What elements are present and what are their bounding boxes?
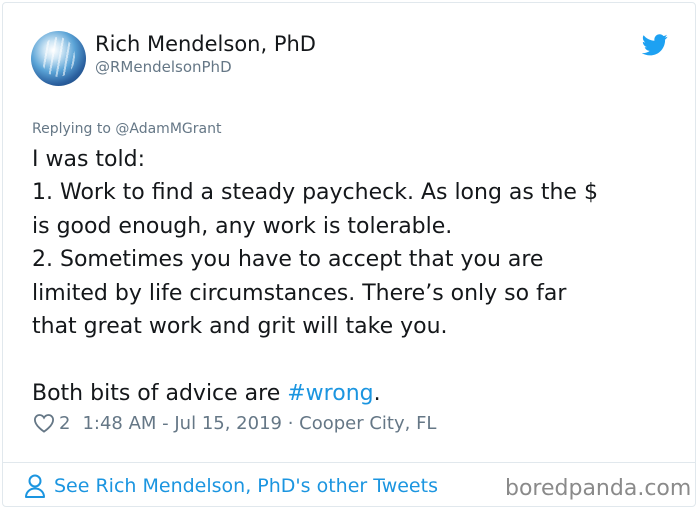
- timestamp[interactable]: 1:48 AM - Jul 15, 2019 · Cooper City, FL: [82, 413, 436, 434]
- tweet-line: is good enough, any work is tolerable.: [32, 213, 453, 239]
- tweet-meta: 2 1:48 AM - Jul 15, 2019 · Cooper City, …: [33, 410, 436, 436]
- boredpanda-watermark: boredpanda.com: [505, 476, 692, 501]
- twitter-bird-icon[interactable]: [642, 34, 668, 56]
- other-tweets-link[interactable]: See Rich Mendelson, PhD's other Tweets: [24, 471, 438, 501]
- tweet-line: limited by life circumstances. There’s o…: [32, 280, 567, 306]
- person-icon: [25, 474, 45, 498]
- tweet-text-suffix: .: [373, 380, 381, 406]
- divider: [2, 462, 696, 463]
- like-count: 2: [59, 412, 71, 434]
- tweet-text-prefix: Both bits of advice are: [32, 380, 288, 406]
- replying-to[interactable]: Replying to @AdamMGrant: [32, 121, 221, 137]
- other-tweets-label[interactable]: See Rich Mendelson, PhD's other Tweets: [54, 475, 438, 497]
- user-handle[interactable]: @RMendelsonPhD: [95, 58, 232, 76]
- hashtag-link[interactable]: #wrong: [287, 381, 373, 406]
- tweet-line: that great work and grit will take you.: [32, 314, 448, 340]
- tweet-line-last: Both bits of advice are #wrong.: [32, 377, 682, 410]
- heart-icon[interactable]: [33, 413, 55, 433]
- tweet-text: I was told: 1. Work to find a steady pay…: [32, 143, 682, 410]
- tweet-line: 2. Sometimes you have to accept that you…: [32, 247, 544, 273]
- user-name[interactable]: Rich Mendelson, PhD: [95, 32, 316, 56]
- avatar[interactable]: [31, 31, 86, 86]
- tweet-line: 1. Work to find a steady paycheck. As lo…: [32, 180, 598, 206]
- tweet-line: I was told:: [32, 147, 145, 172]
